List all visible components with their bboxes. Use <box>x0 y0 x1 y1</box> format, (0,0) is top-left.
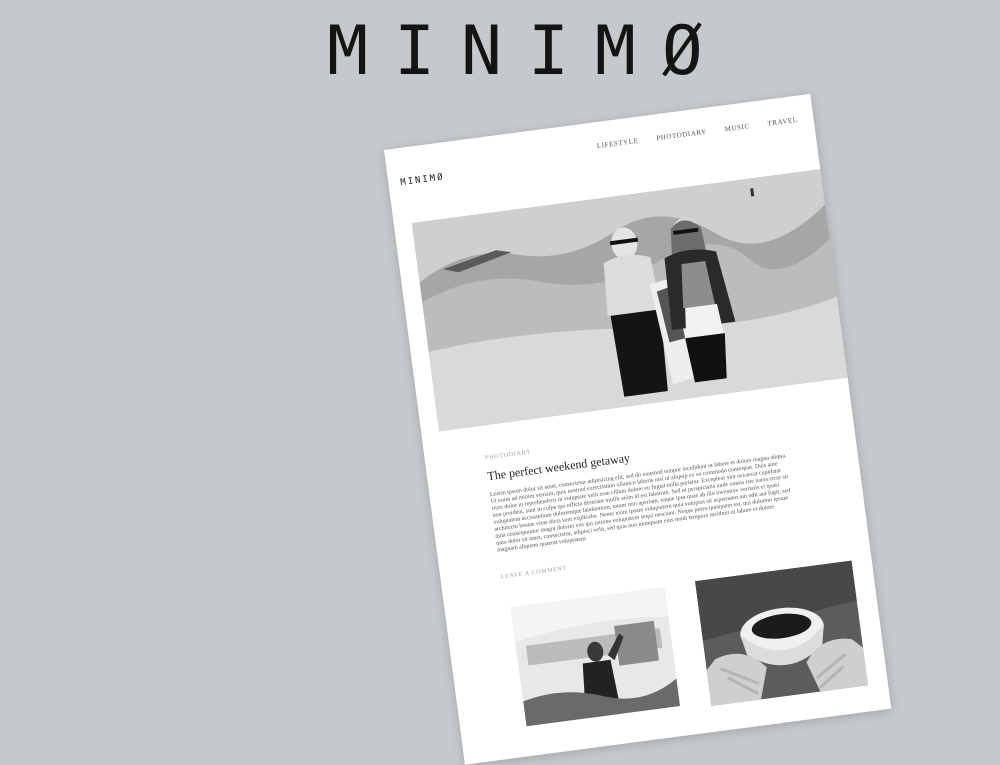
thumbnail-coffee[interactable] <box>694 560 869 707</box>
concert-photo-illustration <box>510 587 681 727</box>
nav-item-lifestyle[interactable]: LIFESTYLE <box>596 137 639 150</box>
hero-photo-illustration <box>411 167 861 432</box>
nav-item-music[interactable]: MUSIC <box>724 122 750 133</box>
thumbnail-concert[interactable] <box>510 587 681 727</box>
nav-item-travel[interactable]: TRAVEL <box>767 116 798 128</box>
hero-image <box>411 167 861 432</box>
site-logo[interactable]: MINIMØ <box>400 172 445 188</box>
website-mockup: MINIMØ LIFESTYLE PHOTODIARY MUSIC TRAVEL <box>384 93 892 765</box>
brand-title: MINIMØ <box>327 12 729 91</box>
nav-item-photodiary[interactable]: PHOTODIARY <box>656 128 708 143</box>
blog-post: PHOTODIARY The perfect weekend getaway L… <box>485 411 839 580</box>
coffee-photo-illustration <box>694 560 869 707</box>
site-nav: LIFESTYLE PHOTODIARY MUSIC TRAVEL <box>596 116 798 150</box>
